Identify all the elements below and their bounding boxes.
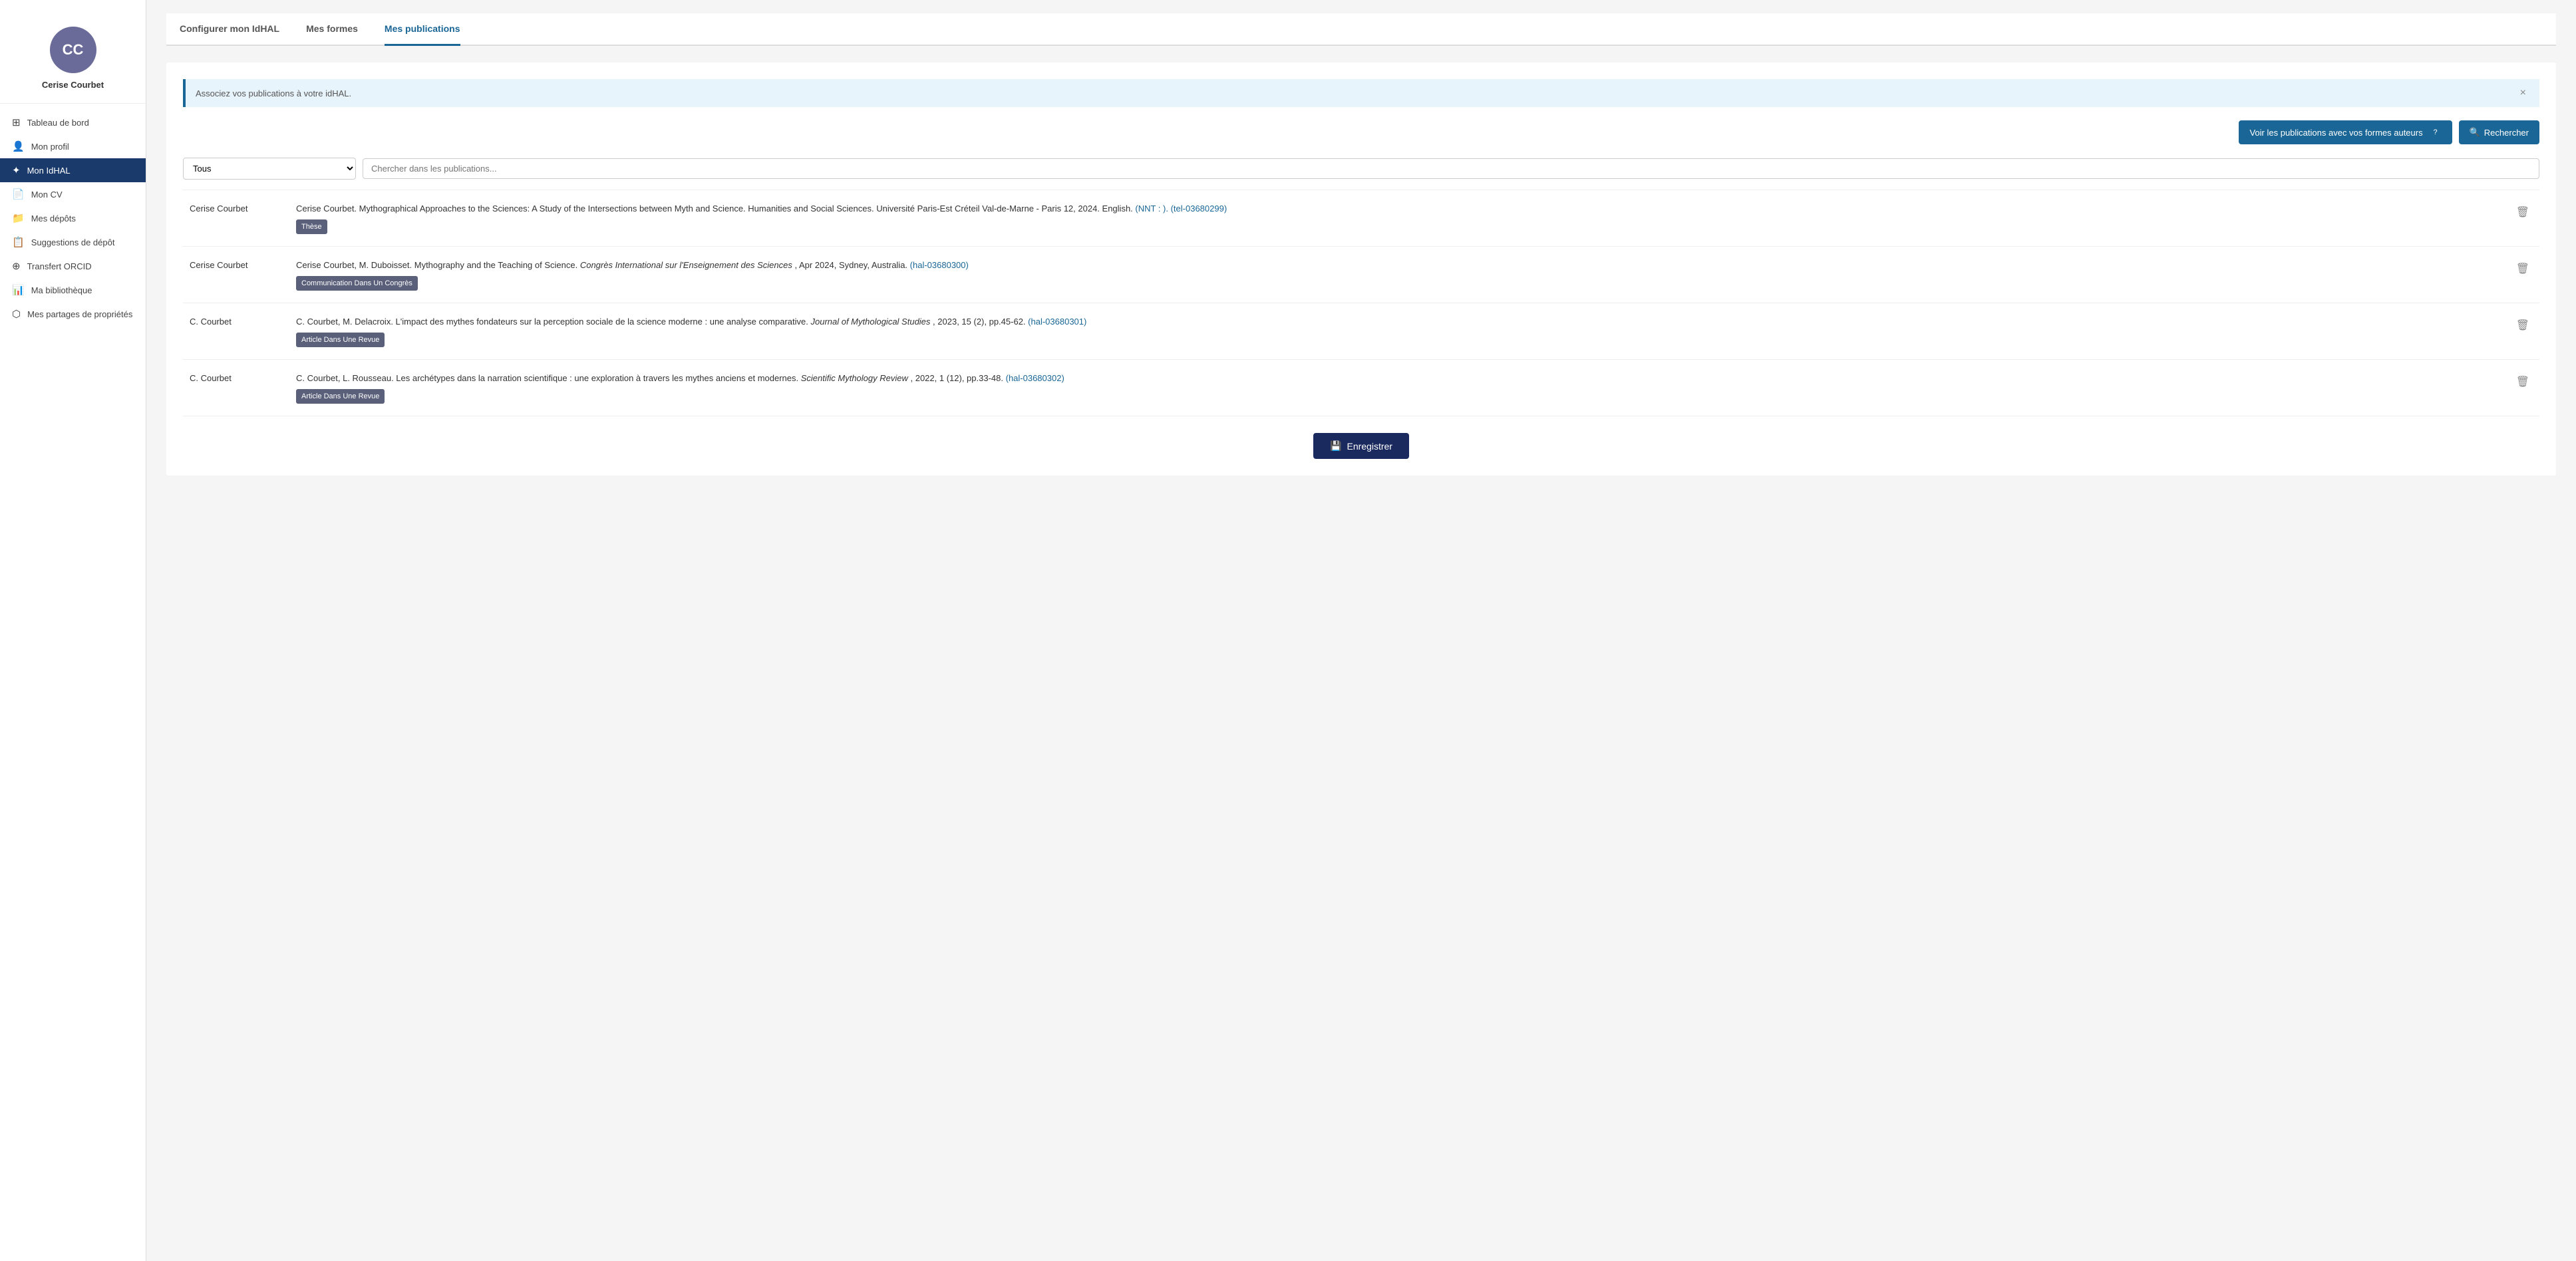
main-content: Configurer mon IdHAL Mes formes Mes publ… [146,0,2576,1261]
tab-mes-formes[interactable]: Mes formes [306,13,358,46]
pub-author: Cerise Courbet [190,259,283,270]
delete-pub-button[interactable]: 🗑 [2513,259,2533,279]
pub-text: Cerise Courbet, M. Duboisset. Mythograph… [296,260,580,270]
sidebar-label: Mes partages de propriétés [27,309,132,319]
sidebar-label: Mon IdHAL [27,166,71,176]
search-publications-input[interactable] [363,158,2539,179]
pub-details: C. Courbet, M. Delacroix. L'impact des m… [296,315,2499,347]
pub-text: C. Courbet, L. Rousseau. Les archétypes … [296,373,801,383]
sidebar-label: Mon profil [31,142,69,152]
sidebar-item-mes-partages[interactable]: ⬡ Mes partages de propriétés [0,302,146,326]
tab-mes-publications[interactable]: Mes publications [385,13,460,46]
pub-details: Cerise Courbet, M. Duboisset. Mythograph… [296,259,2499,291]
folder-icon: 📁 [12,212,25,224]
sidebar-label: Ma bibliothèque [31,285,92,295]
pub-author: C. Courbet [190,372,283,383]
pub-author: Cerise Courbet [190,202,283,213]
table-row: C. Courbet C. Courbet, M. Delacroix. L'i… [183,303,2539,360]
grid-icon: ⊞ [12,116,21,128]
pub-text: Cerise Courbet. Mythographical Approache… [296,204,1135,213]
publications-list: Cerise Courbet Cerise Courbet. Mythograp… [183,190,2539,416]
help-icon[interactable]: ? [2430,126,2442,138]
pub-badge: Communication Dans Un Congrès [296,276,418,291]
sidebar-item-transfert-orcid[interactable]: ⊕ Transfert ORCID [0,254,146,278]
pub-text: C. Courbet, M. Delacroix. L'impact des m… [296,317,810,327]
pub-link[interactable]: (hal-03680302) [1006,373,1064,383]
type-filter-select[interactable]: Tous Thèse Article Dans Une Revue Commun… [183,158,356,180]
voir-publications-button[interactable]: Voir les publications avec vos formes au… [2239,120,2452,144]
sidebar-item-mon-idhal[interactable]: ✦ Mon IdHAL [0,158,146,182]
sidebar-item-mon-cv[interactable]: 📄 Mon CV [0,182,146,206]
idhal-icon: ✦ [12,164,21,176]
chart-icon: 📊 [12,284,25,296]
save-icon: 💾 [1330,440,1341,452]
cv-icon: 📄 [12,188,25,200]
sidebar-label: Suggestions de dépôt [31,237,115,247]
sidebar-username: Cerise Courbet [42,80,104,90]
sidebar-label: Mon CV [31,190,63,200]
clipboard-icon: 📋 [12,236,25,248]
table-row: Cerise Courbet Cerise Courbet. Mythograp… [183,190,2539,247]
pub-link[interactable]: (NNT : ). (tel-03680299) [1135,204,1227,213]
pub-italic-text: Congrès International sur l'Enseignement… [580,260,792,270]
pub-text-after: , 2023, 15 (2), pp.45-62. [933,317,1028,327]
tabs-bar: Configurer mon IdHAL Mes formes Mes publ… [166,13,2556,46]
table-row: C. Courbet C. Courbet, L. Rousseau. Les … [183,360,2539,416]
pub-author: C. Courbet [190,315,283,327]
pub-text-after: , Apr 2024, Sydney, Australia. [794,260,909,270]
info-banner: Associez vos publications à votre idHAL.… [183,79,2539,107]
sidebar-label: Transfert ORCID [27,261,92,271]
sidebar-item-mes-depots[interactable]: 📁 Mes dépôts [0,206,146,230]
info-banner-text: Associez vos publications à votre idHAL. [196,88,351,98]
pub-link[interactable]: (hal-03680301) [1028,317,1086,327]
pub-link[interactable]: (hal-03680300) [910,260,969,270]
content-area: Associez vos publications à votre idHAL.… [166,63,2556,476]
pub-details: C. Courbet, L. Rousseau. Les archétypes … [296,372,2499,404]
pub-badge: Thèse [296,219,327,235]
app-container: CC Cerise Courbet ⊞ Tableau de bord 👤 Mo… [0,0,2576,1261]
action-bar: Voir les publications avec vos formes au… [183,120,2539,144]
pub-badge: Article Dans Une Revue [296,333,385,348]
delete-pub-button[interactable]: 🗑 [2513,372,2533,392]
sidebar-item-suggestions-depot[interactable]: 📋 Suggestions de dépôt [0,230,146,254]
sidebar-label: Tableau de bord [27,118,89,128]
tab-configurer-idhal[interactable]: Configurer mon IdHAL [180,13,279,46]
pub-text-after: , 2022, 1 (12), pp.33-48. [911,373,1006,383]
sidebar-item-ma-bibliotheque[interactable]: 📊 Ma bibliothèque [0,278,146,302]
info-banner-close-button[interactable]: × [2517,87,2529,99]
user-icon: 👤 [12,140,25,152]
sidebar: CC Cerise Courbet ⊞ Tableau de bord 👤 Mo… [0,0,146,1261]
search-icon: 🔍 [2470,127,2480,138]
filter-bar: Tous Thèse Article Dans Une Revue Commun… [183,158,2539,180]
sidebar-label: Mes dépôts [31,213,76,223]
save-button[interactable]: 💾 Enregistrer [1313,433,1409,459]
sidebar-nav: ⊞ Tableau de bord 👤 Mon profil ✦ Mon IdH… [0,110,146,326]
table-row: Cerise Courbet Cerise Courbet, M. Dubois… [183,247,2539,303]
pub-details: Cerise Courbet. Mythographical Approache… [296,202,2499,234]
sidebar-avatar-section: CC Cerise Courbet [0,13,146,104]
delete-pub-button[interactable]: 🗑 [2513,315,2533,335]
orcid-icon: ⊕ [12,260,21,272]
share-icon: ⬡ [12,308,21,320]
rechercher-button[interactable]: 🔍 Rechercher [2459,120,2539,144]
sidebar-item-tableau-de-bord[interactable]: ⊞ Tableau de bord [0,110,146,134]
pub-badge: Article Dans Une Revue [296,389,385,404]
avatar: CC [50,27,96,73]
pub-italic-text: Scientific Mythology Review [801,373,908,383]
delete-pub-button[interactable]: 🗑 [2513,202,2533,222]
save-section: 💾 Enregistrer [183,433,2539,459]
pub-italic-text: Journal of Mythological Studies [810,317,930,327]
sidebar-item-mon-profil[interactable]: 👤 Mon profil [0,134,146,158]
